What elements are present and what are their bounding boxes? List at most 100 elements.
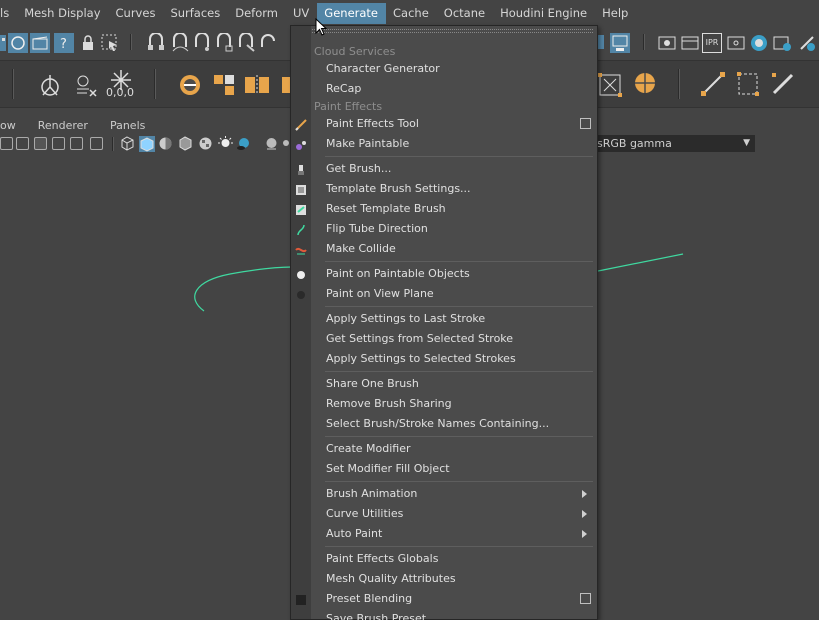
- paint-brush-icon[interactable]: [770, 71, 798, 97]
- menu-item-paint-effects-globals[interactable]: Paint Effects Globals: [326, 549, 438, 569]
- menu-item-preset-blending[interactable]: Preset Blending: [326, 589, 412, 609]
- lock-icon[interactable]: [78, 33, 98, 53]
- submenu-arrow-icon: [582, 530, 587, 538]
- tear-off-handle[interactable]: [295, 29, 593, 33]
- menu-item-apply-settings-last-stroke[interactable]: Apply Settings to Last Stroke: [326, 309, 485, 329]
- help-question-icon[interactable]: ?: [54, 33, 74, 53]
- snap-magnet-icon[interactable]: [258, 33, 278, 53]
- menu-surfaces[interactable]: Surfaces: [163, 3, 228, 24]
- hypershade-sphere-icon[interactable]: [749, 33, 769, 53]
- select-cursor-icon[interactable]: [100, 33, 120, 53]
- menu-item-paint-on-paintable-objects[interactable]: Paint on Paintable Objects: [326, 264, 470, 284]
- menu-help[interactable]: Help: [595, 3, 636, 24]
- snap-live-icon[interactable]: [236, 33, 256, 53]
- menu-item-auto-paint[interactable]: Auto Paint: [326, 524, 382, 544]
- menu-item-mesh-quality-attributes[interactable]: Mesh Quality Attributes: [326, 569, 456, 589]
- select-by-component-icon[interactable]: [8, 33, 28, 53]
- lights-icon[interactable]: [218, 136, 233, 151]
- curve-pencil-icon[interactable]: [700, 71, 726, 97]
- smooth-shade-cube-icon[interactable]: [139, 136, 155, 152]
- separate-icon[interactable]: [244, 73, 272, 97]
- shelf-separator: [154, 69, 156, 99]
- render-globals-icon[interactable]: [726, 33, 746, 53]
- menu-octane[interactable]: Octane: [437, 3, 493, 24]
- menu-item-share-one-brush[interactable]: Share One Brush: [326, 374, 419, 394]
- make-paintable-icon: [296, 141, 306, 150]
- render-view-icon[interactable]: [610, 33, 630, 53]
- menu-item-paint-on-view-plane[interactable]: Paint on View Plane: [326, 284, 434, 304]
- menu-item-character-generator[interactable]: Character Generator: [326, 59, 440, 79]
- combine-icon[interactable]: [212, 73, 236, 97]
- submenu-arrow-icon: [582, 490, 587, 498]
- main-menubar: ls Mesh Display Curves Surfaces Deform U…: [0, 0, 819, 26]
- motion-blur-icon[interactable]: [282, 136, 290, 151]
- camera-attributes-icon[interactable]: [0, 137, 13, 150]
- menu-mesh-display[interactable]: Mesh Display: [17, 3, 108, 24]
- lattice-icon[interactable]: [735, 71, 761, 97]
- wireframe-cube-icon[interactable]: [120, 136, 135, 151]
- ipr-render-icon[interactable]: IPR: [702, 33, 722, 53]
- pivot-readout: 0,0,0: [106, 86, 134, 99]
- menu-curves[interactable]: Curves: [109, 3, 164, 24]
- menu-tools-partial[interactable]: ls: [0, 3, 17, 24]
- menu-cache[interactable]: Cache: [386, 3, 437, 24]
- field-chart-icon[interactable]: [90, 137, 103, 150]
- menu-item-brush-animation[interactable]: Brush Animation: [326, 484, 417, 504]
- option-box-paint-effects-tool[interactable]: [580, 118, 591, 129]
- menu-item-get-settings-selected-stroke[interactable]: Get Settings from Selected Stroke: [326, 329, 513, 349]
- boolean-icon[interactable]: [178, 73, 202, 97]
- snap-point-icon[interactable]: [192, 33, 212, 53]
- sphere-grid-icon[interactable]: [631, 71, 657, 97]
- menu-item-recap[interactable]: ReCap: [326, 79, 361, 99]
- menu-item-template-brush-settings[interactable]: Template Brush Settings...: [326, 179, 471, 199]
- render-setup-icon[interactable]: [772, 33, 792, 53]
- bounding-box-icon[interactable]: [598, 73, 622, 97]
- resolution-gate-icon[interactable]: [52, 137, 65, 150]
- color-space-dropdown[interactable]: sRGB gamma ▼: [592, 135, 755, 152]
- menu-houdini-engine[interactable]: Houdini Engine: [493, 3, 595, 24]
- menu-item-flip-tube-direction[interactable]: Flip Tube Direction: [326, 219, 428, 239]
- snap-grid-icon[interactable]: [146, 33, 166, 53]
- textured-cube-icon[interactable]: [178, 136, 193, 151]
- gate-mask-icon[interactable]: [70, 137, 83, 150]
- menu-item-remove-brush-sharing[interactable]: Remove Brush Sharing: [326, 394, 452, 414]
- shadows-icon[interactable]: [236, 136, 251, 151]
- menu-item-get-brush[interactable]: Get Brush...: [326, 159, 391, 179]
- screen-space-ao-icon[interactable]: [264, 136, 279, 151]
- menu-item-paint-effects-tool[interactable]: Paint Effects Tool: [326, 114, 419, 134]
- checker-material-icon[interactable]: [198, 136, 213, 151]
- default-material-icon[interactable]: [158, 136, 173, 151]
- menu-item-set-modifier-fill-object[interactable]: Set Modifier Fill Object: [326, 459, 450, 479]
- menu-deform[interactable]: Deform: [228, 3, 286, 24]
- menu-item-reset-template-brush[interactable]: Reset Template Brush: [326, 199, 446, 219]
- render-frame-icon[interactable]: [657, 33, 677, 53]
- get-brush-icon: [298, 165, 304, 175]
- shelf-separator: [12, 69, 14, 99]
- panel-menu-show[interactable]: ow: [0, 119, 16, 132]
- menu-item-make-paintable[interactable]: Make Paintable: [326, 134, 409, 154]
- clapboard-icon[interactable]: [30, 33, 50, 53]
- option-box-preset-blending[interactable]: [580, 593, 591, 604]
- menu-separator: [325, 306, 593, 307]
- menu-item-save-brush-preset[interactable]: Save Brush Preset...: [326, 609, 437, 620]
- snap-view-plane-icon[interactable]: [214, 33, 234, 53]
- reset-template-icon: [296, 205, 306, 215]
- film-gate-icon[interactable]: [34, 137, 47, 150]
- menu-item-apply-settings-selected-strokes[interactable]: Apply Settings to Selected Strokes: [326, 349, 516, 369]
- menu-item-create-modifier[interactable]: Create Modifier: [326, 439, 411, 459]
- image-plane-icon[interactable]: [16, 137, 29, 150]
- svg-text:?: ?: [60, 37, 67, 52]
- menu-item-make-collide[interactable]: Make Collide: [326, 239, 396, 259]
- mouse-cursor-icon: [315, 18, 328, 36]
- menu-uv[interactable]: UV: [286, 3, 317, 24]
- panel-menu-panels[interactable]: Panels: [110, 119, 145, 132]
- pivot-tool-icon[interactable]: [37, 73, 63, 99]
- snap-curve-icon[interactable]: [170, 33, 190, 53]
- panel-menu-renderer[interactable]: Renderer: [38, 119, 88, 132]
- submenu-arrow-icon: [582, 510, 587, 518]
- menu-item-select-brush-stroke-names[interactable]: Select Brush/Stroke Names Containing...: [326, 414, 549, 434]
- satellite-icon[interactable]: [797, 33, 817, 53]
- menu-item-curve-utilities[interactable]: Curve Utilities: [326, 504, 403, 524]
- delete-history-icon[interactable]: [73, 73, 99, 99]
- render-sequence-icon[interactable]: [680, 33, 700, 53]
